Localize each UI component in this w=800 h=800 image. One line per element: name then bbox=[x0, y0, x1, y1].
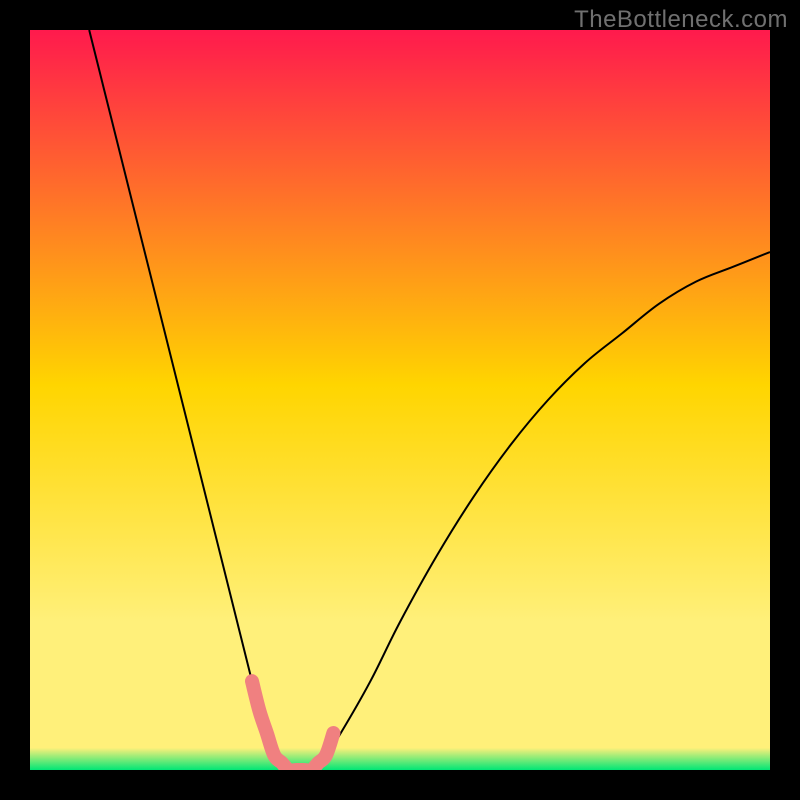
chart-frame: TheBottleneck.com bbox=[0, 0, 800, 800]
gradient-background bbox=[30, 30, 770, 770]
plot-svg bbox=[30, 30, 770, 770]
watermark-label: TheBottleneck.com bbox=[574, 6, 788, 34]
plot-area bbox=[30, 30, 770, 770]
